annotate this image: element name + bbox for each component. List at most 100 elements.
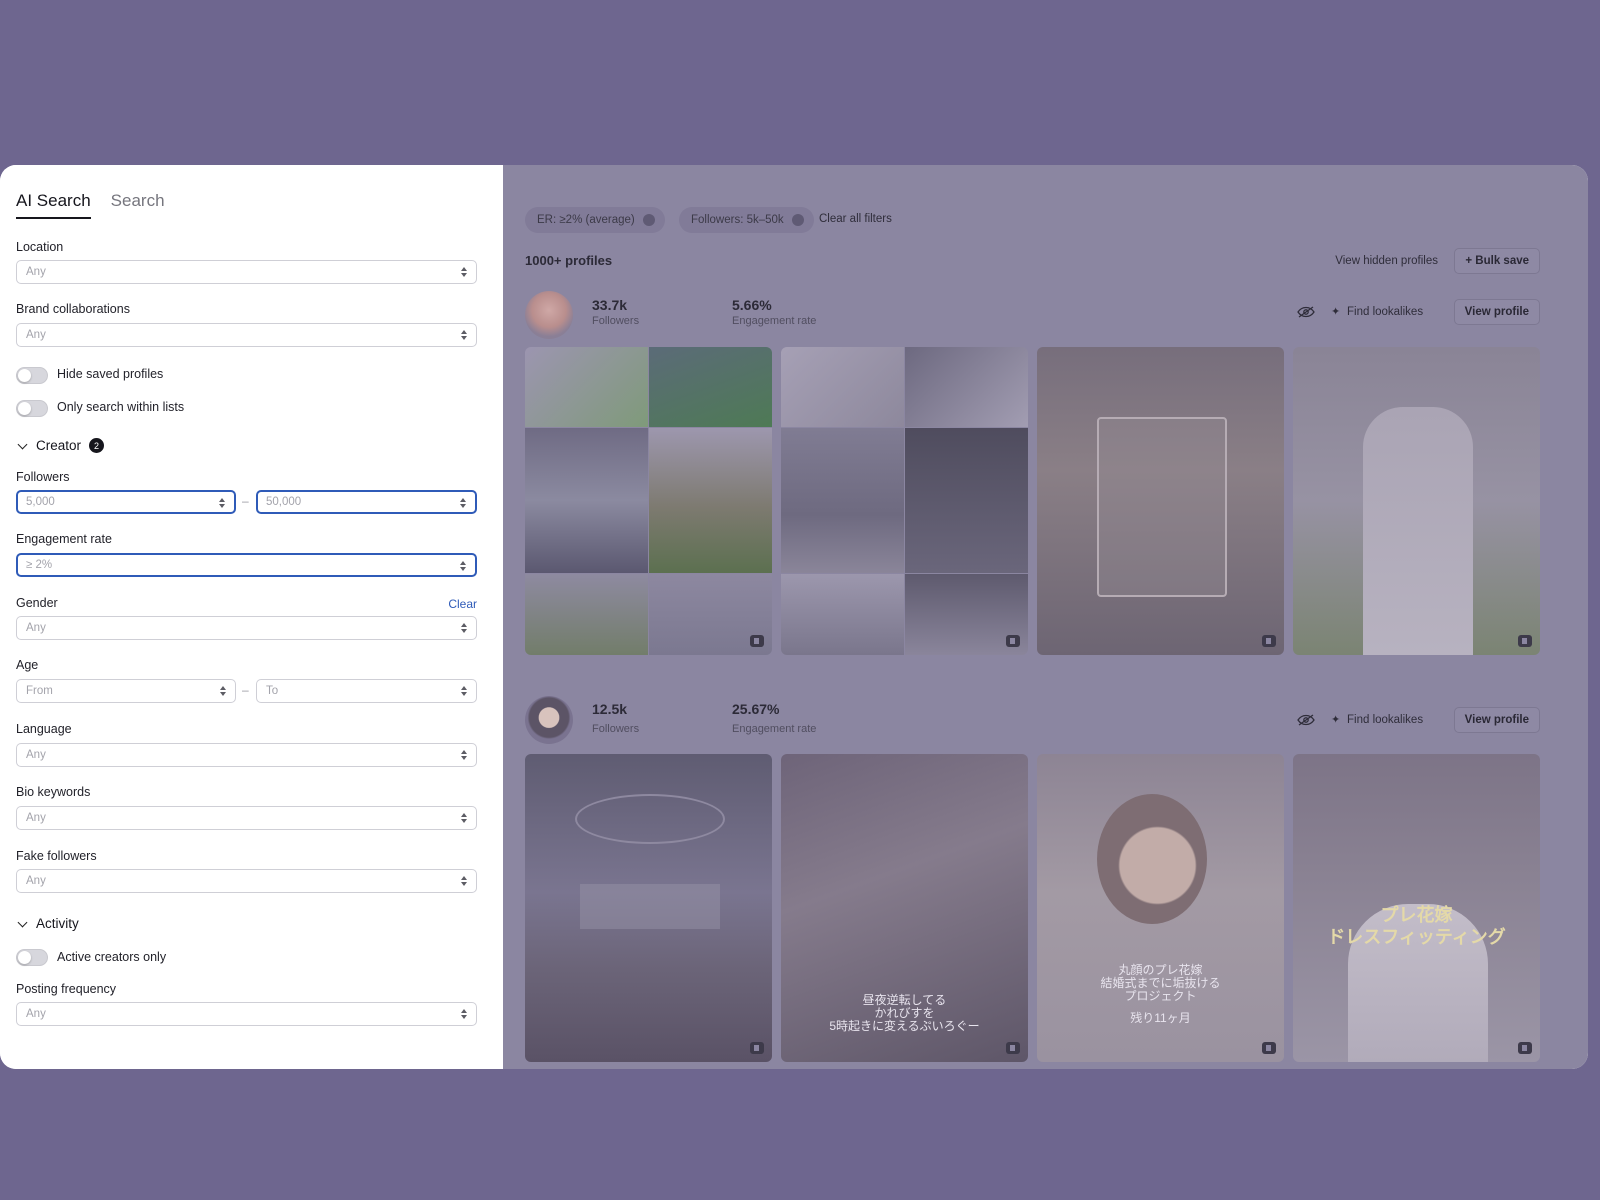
video-icon bbox=[1518, 1042, 1532, 1054]
video-icon bbox=[1518, 635, 1532, 647]
tab-search[interactable]: Search bbox=[111, 191, 165, 219]
video-icon bbox=[1006, 635, 1020, 647]
posting-frequency-select[interactable]: Any bbox=[16, 1002, 477, 1026]
app-window: AI Search Search Location Any Brand coll… bbox=[0, 165, 1588, 1069]
post-thumbnail[interactable] bbox=[781, 347, 1028, 655]
age-from-select[interactable]: From bbox=[16, 679, 236, 703]
creator-filter-count-badge: 2 bbox=[89, 438, 105, 453]
brand-collaborations-label: Brand collaborations bbox=[16, 302, 130, 316]
gender-label: Gender bbox=[16, 596, 58, 610]
select-chevron-icon bbox=[459, 559, 467, 573]
view-profile-button[interactable]: View profile bbox=[1453, 299, 1540, 325]
post-thumbnail[interactable] bbox=[525, 347, 772, 655]
avatar[interactable] bbox=[525, 696, 573, 744]
find-lookalikes-button[interactable]: Find lookalikes bbox=[1347, 306, 1423, 318]
select-chevron-icon bbox=[460, 328, 468, 342]
range-separator: – bbox=[242, 683, 249, 697]
bulk-save-button[interactable]: + Bulk save bbox=[1454, 248, 1540, 274]
post-thumbnail[interactable]: 丸顔のプレ花嫁 結婚式までに垢抜ける プロジェクト 残り11ヶ月 bbox=[1037, 754, 1284, 1062]
followers-min-value: 5,000 bbox=[26, 496, 55, 508]
select-chevron-icon bbox=[460, 874, 468, 888]
clear-all-filters-link[interactable]: Clear all filters bbox=[819, 213, 892, 225]
profile-followers-value: 12.5k bbox=[592, 701, 628, 717]
results-area: ER: ≥2% (average) Followers: 5k–50k Clea… bbox=[503, 165, 1588, 1069]
language-select[interactable]: Any bbox=[16, 743, 477, 767]
sparkle-icon: ✦ bbox=[1331, 306, 1341, 318]
find-lookalikes-button[interactable]: Find lookalikes bbox=[1347, 714, 1423, 726]
age-from-value: From bbox=[26, 685, 53, 697]
filter-chip-er[interactable]: ER: ≥2% (average) bbox=[525, 207, 665, 233]
fake-followers-select[interactable]: Any bbox=[16, 869, 477, 893]
video-icon bbox=[1262, 1042, 1276, 1054]
followers-label: Followers bbox=[16, 470, 70, 484]
post-thumbnail[interactable]: 昼夜逆転してる かれびすを 5時起きに変えるぷいろぐー bbox=[781, 754, 1028, 1062]
followers-max-input[interactable]: 50,000 bbox=[256, 490, 477, 514]
sparkle-icon: ✦ bbox=[1331, 714, 1341, 726]
select-chevron-icon bbox=[460, 265, 468, 279]
post-caption-line: 5時起きに変えるぷいろぐー bbox=[829, 1019, 980, 1033]
profile-followers-label: Followers bbox=[592, 723, 640, 735]
tab-ai-search[interactable]: AI Search bbox=[16, 191, 91, 219]
toggle-knob bbox=[18, 951, 31, 964]
gender-clear-link[interactable]: Clear bbox=[448, 597, 477, 611]
post-caption-line: プレ花嫁 bbox=[1380, 905, 1453, 925]
toggle-knob bbox=[18, 402, 31, 415]
location-select[interactable]: Any bbox=[16, 260, 477, 284]
followers-min-input[interactable]: 5,000 bbox=[16, 490, 236, 514]
toggle-knob bbox=[18, 369, 31, 382]
age-to-select[interactable]: To bbox=[256, 679, 477, 703]
view-profile-button[interactable]: View profile bbox=[1453, 707, 1540, 733]
filter-chip-followers-label: Followers: 5k–50k bbox=[691, 214, 784, 226]
posting-frequency-value: Any bbox=[26, 1008, 46, 1020]
profile-followers-label: Followers bbox=[592, 315, 640, 327]
bio-keywords-select[interactable]: Any bbox=[16, 806, 477, 830]
gender-value: Any bbox=[26, 622, 46, 634]
avatar[interactable] bbox=[525, 291, 573, 339]
video-icon bbox=[1006, 1042, 1020, 1054]
video-icon bbox=[750, 635, 764, 647]
video-icon bbox=[1262, 635, 1276, 647]
only-lists-toggle[interactable] bbox=[16, 400, 48, 417]
fake-followers-value: Any bbox=[26, 875, 46, 887]
post-thumbnail[interactable] bbox=[1037, 347, 1284, 655]
profile-engagement-value: 5.66% bbox=[732, 297, 772, 313]
profile-engagement-label: Engagement rate bbox=[732, 315, 817, 327]
post-caption-line: プロジェクト bbox=[1124, 989, 1197, 1003]
hide-profile-icon[interactable] bbox=[1297, 714, 1315, 726]
hide-saved-label: Hide saved profiles bbox=[57, 367, 164, 381]
hide-saved-toggle[interactable] bbox=[16, 367, 48, 384]
chevron-down-icon bbox=[17, 917, 28, 927]
engagement-rate-value: ≥ 2% bbox=[26, 559, 53, 571]
stepper-chevron-icon bbox=[218, 496, 226, 510]
hide-profile-icon[interactable] bbox=[1297, 306, 1315, 318]
select-chevron-icon bbox=[219, 684, 227, 698]
select-chevron-icon bbox=[460, 748, 468, 762]
post-caption-line: ドレスフィッティング bbox=[1327, 927, 1506, 947]
active-only-toggle[interactable] bbox=[16, 949, 48, 966]
fake-followers-label: Fake followers bbox=[16, 849, 97, 863]
activity-section-toggle[interactable]: Activity bbox=[16, 916, 79, 931]
remove-chip-icon[interactable] bbox=[642, 214, 655, 226]
remove-chip-icon[interactable] bbox=[791, 214, 804, 226]
search-tabs: AI Search Search bbox=[16, 191, 477, 219]
language-label: Language bbox=[16, 722, 72, 736]
followers-max-value: 50,000 bbox=[266, 496, 302, 508]
bio-keywords-value: Any bbox=[26, 812, 46, 824]
brand-collaborations-select[interactable]: Any bbox=[16, 323, 477, 347]
engagement-rate-label: Engagement rate bbox=[16, 532, 112, 546]
age-label: Age bbox=[16, 658, 39, 672]
range-separator: – bbox=[242, 494, 249, 508]
gender-select[interactable]: Any bbox=[16, 616, 477, 640]
post-thumbnail[interactable] bbox=[525, 754, 772, 1062]
creator-section-toggle[interactable]: Creator 2 bbox=[16, 438, 105, 453]
location-value: Any bbox=[26, 266, 46, 278]
post-thumbnail[interactable] bbox=[1293, 347, 1540, 655]
activity-section-title: Activity bbox=[36, 916, 79, 931]
post-caption-line: 残り11ヶ月 bbox=[1130, 1011, 1191, 1025]
post-thumbnail[interactable]: プレ花嫁 ドレスフィッティング bbox=[1293, 754, 1540, 1062]
engagement-rate-select[interactable]: ≥ 2% bbox=[16, 553, 477, 577]
stepper-chevron-icon bbox=[459, 496, 467, 510]
profile-engagement-value: 25.67% bbox=[732, 701, 780, 717]
filter-chip-followers[interactable]: Followers: 5k–50k bbox=[679, 207, 814, 233]
view-hidden-profiles-link[interactable]: View hidden profiles bbox=[1335, 255, 1438, 267]
